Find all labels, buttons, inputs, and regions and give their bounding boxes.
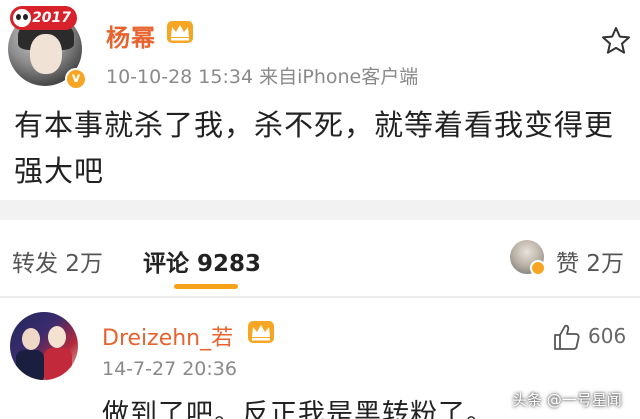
active-tab-indicator xyxy=(174,284,238,289)
author-name[interactable]: 杨幂 xyxy=(106,18,156,53)
repost-tab[interactable]: 转发 2万 xyxy=(12,244,103,278)
liker-avatar[interactable] xyxy=(510,240,546,276)
divider xyxy=(0,296,640,298)
comment-tab[interactable]: 评论 9283 xyxy=(143,244,261,278)
verified-icon: v xyxy=(65,68,87,90)
section-gap xyxy=(0,200,640,220)
crown-icon xyxy=(167,21,193,43)
comment-date: 14-7-27 20:36 xyxy=(102,358,237,380)
star-icon[interactable] xyxy=(600,25,632,57)
source-watermark: 头条 @一号星闻 xyxy=(512,391,622,409)
post-timestamp: 10-10-28 15:34 来自iPhone客户端 xyxy=(106,66,419,88)
action-bar: 转发 2万 评论 9283 赞 2万 xyxy=(0,220,640,294)
thumbs-up-icon[interactable] xyxy=(552,322,582,352)
comment-like-count: 606 xyxy=(588,324,627,348)
year-badge: 2017 xyxy=(10,6,77,30)
panda-icon xyxy=(11,7,33,29)
author-avatar[interactable]: 2017 v xyxy=(8,6,87,90)
commenter-name[interactable]: Dreizehn_若 xyxy=(102,320,233,352)
post-content: 有本事就杀了我，杀不死，就等着看我变得更强大吧 xyxy=(14,108,615,188)
comment-text: 做到了吧。反正我是黑转粉了。 xyxy=(102,399,494,419)
crown-icon xyxy=(248,321,274,343)
year-badge-label: 2017 xyxy=(32,10,71,26)
commenter-avatar[interactable] xyxy=(10,312,78,380)
weibo-post: 2017 v 杨幂 10-10-28 15:34 来自iPhone客户端 有本事… xyxy=(0,0,640,200)
like-tab[interactable]: 赞 2万 xyxy=(556,244,624,278)
